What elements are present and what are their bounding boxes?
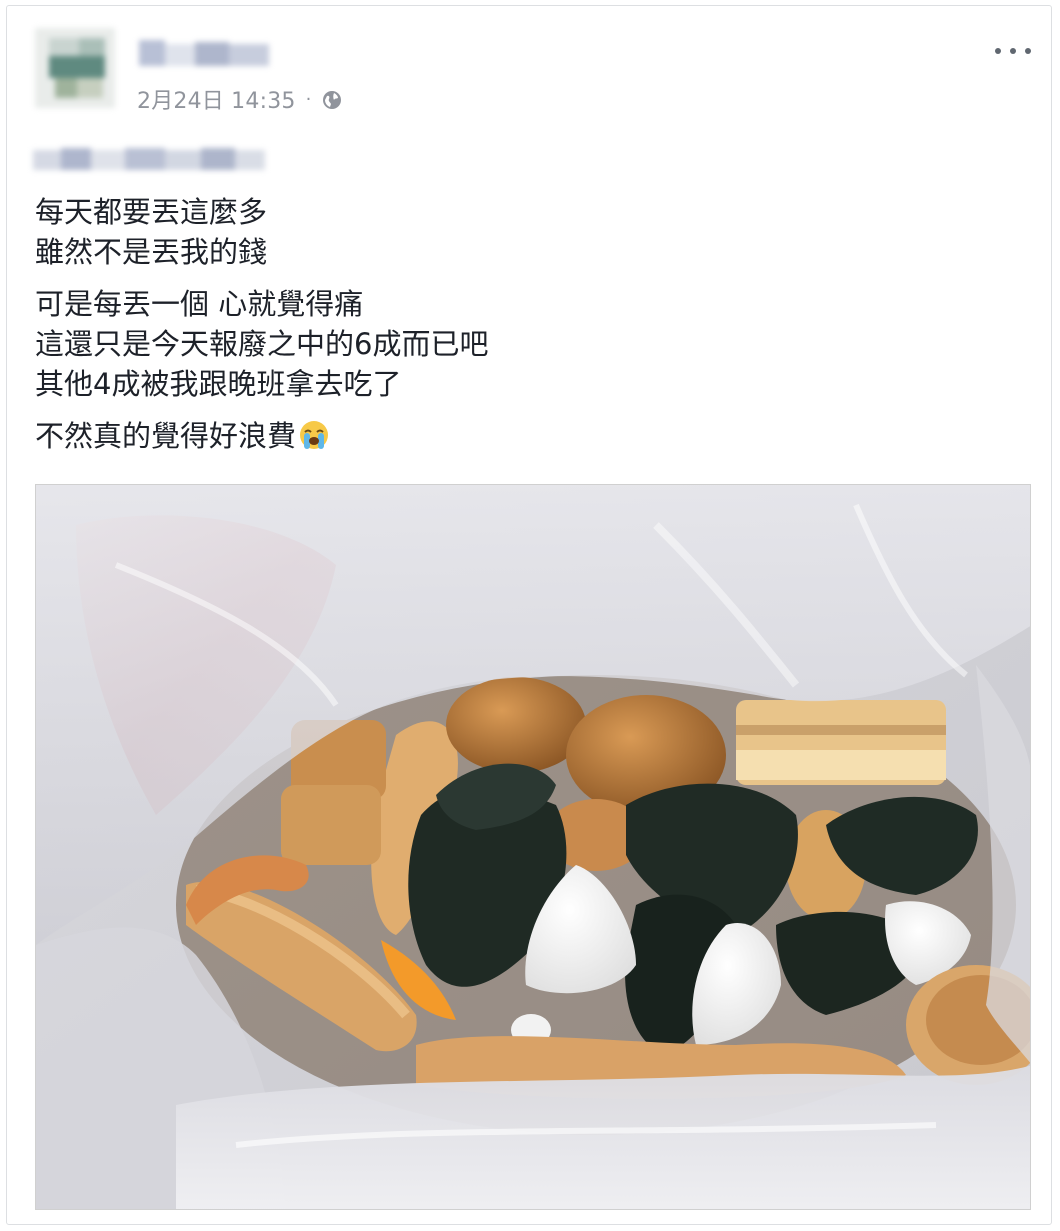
text-line: 這還只是今天報廢之中的6成而已吧 — [35, 327, 489, 361]
post-meta: 2月24日 14:35 · — [137, 84, 342, 114]
globe-icon[interactable] — [322, 90, 342, 110]
author-name-redacted[interactable] — [135, 34, 275, 74]
paragraph-3: 不然真的覺得好浪費 — [35, 416, 935, 456]
paragraph-2: 可是每丟一個 心就覺得痛 這還只是今天報廢之中的6成而已吧 其他4成被我跟晚班拿… — [35, 284, 935, 404]
text-line: 其他4成被我跟晚班拿去吃了 — [35, 367, 402, 401]
options-dot — [1010, 48, 1016, 54]
post-timestamp[interactable]: 2月24日 14:35 — [137, 83, 296, 115]
text-line: 可是每丟一個 心就覺得痛 — [35, 287, 364, 321]
text-line: 每天都要丟這麼多 — [35, 195, 268, 229]
redacted-text-line — [33, 142, 265, 176]
paragraph-1: 每天都要丟這麼多 雖然不是丟我的錢 — [35, 192, 935, 272]
post-text: 每天都要丟這麼多 雖然不是丟我的錢 可是每丟一個 心就覺得痛 這還只是今天報廢之… — [35, 192, 935, 468]
loudly-crying-face-emoji-icon — [298, 419, 330, 451]
text-line: 雖然不是丟我的錢 — [35, 235, 268, 269]
post-card: 2月24日 14:35 · 每天都要丟這麼多 雖然不是丟我的錢 可是每丟一個 心… — [6, 5, 1052, 1225]
avatar[interactable] — [35, 28, 115, 108]
text-line: 不然真的覺得好浪費 — [35, 419, 297, 453]
text-line-with-emoji: 不然真的覺得好浪費 — [35, 416, 935, 456]
meta-separator: · — [305, 88, 312, 110]
options-dot — [995, 48, 1001, 54]
options-dot — [1025, 48, 1031, 54]
post-photo[interactable] — [35, 484, 1031, 1210]
more-options-icon[interactable] — [995, 40, 1031, 62]
